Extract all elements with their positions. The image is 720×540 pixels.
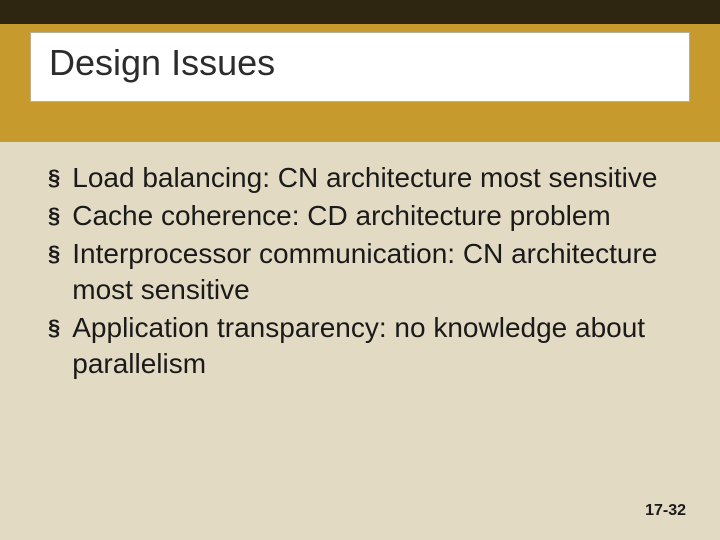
slide-title: Design Issues bbox=[49, 43, 671, 83]
list-item: § Load balancing: CN architecture most s… bbox=[48, 160, 672, 196]
bullet-text: Load balancing: CN architecture most sen… bbox=[72, 160, 657, 196]
bullet-icon: § bbox=[48, 198, 60, 234]
title-box: Design Issues bbox=[30, 32, 690, 102]
list-item: § Cache coherence: CD architecture probl… bbox=[48, 198, 672, 234]
bullet-text: Cache coherence: CD architecture problem bbox=[72, 198, 610, 234]
bullet-icon: § bbox=[48, 310, 60, 346]
bullet-text: Application transparency: no knowledge a… bbox=[72, 310, 672, 382]
bullet-icon: § bbox=[48, 236, 60, 272]
list-item: § Interprocessor communication: CN archi… bbox=[48, 236, 672, 308]
list-item: § Application transparency: no knowledge… bbox=[48, 310, 672, 382]
bullet-icon: § bbox=[48, 160, 60, 196]
top-shadow-bar bbox=[0, 0, 720, 24]
bullet-text: Interprocessor communication: CN archite… bbox=[72, 236, 672, 308]
slide: Design Issues § Load balancing: CN archi… bbox=[0, 0, 720, 540]
page-number: 17-32 bbox=[645, 502, 686, 520]
content-area: § Load balancing: CN architecture most s… bbox=[48, 160, 672, 384]
